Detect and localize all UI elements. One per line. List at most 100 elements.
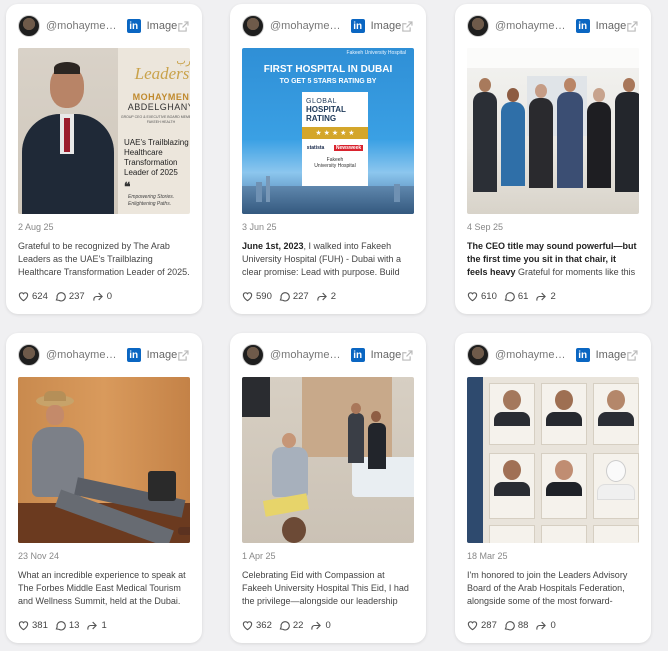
author-handle[interactable]: @mohaymenabdelghany <box>270 349 345 361</box>
engagement-stats: 381 13 1 <box>18 618 190 632</box>
post-card[interactable]: @mohaymenabdelghany in Image 23 Nov 24 W… <box>6 333 202 643</box>
post-card[interactable]: @mohaymenabdelghany in Image 1 Apr 25 Ce… <box>230 333 426 643</box>
likes-count: 362 <box>256 619 272 631</box>
card-header: @mohaymenabdelghany in Image <box>467 343 639 367</box>
shares-stat: 2 <box>535 290 556 302</box>
post-card[interactable]: @mohaymenabdelghany in Image Fakeeh Univ… <box>230 4 426 314</box>
likes-count: 287 <box>481 619 497 631</box>
comments-stat: 22 <box>279 619 304 631</box>
likes-stat: 610 <box>467 291 497 302</box>
post-card[interactable]: @mohaymenabdelghany in Image 18 Mar 25 I… <box>455 333 651 643</box>
comments-stat: 88 <box>504 620 528 631</box>
heart-icon <box>18 620 29 630</box>
post-text: Celebrating Eid with Compassion at Fakee… <box>242 570 409 606</box>
avatar[interactable] <box>18 344 40 366</box>
post-date: 18 Mar 25 <box>467 551 508 561</box>
share-icon <box>536 292 547 301</box>
author-handle[interactable]: @mohaymenabdelghany <box>270 20 345 32</box>
avatar[interactable] <box>467 15 489 37</box>
engagement-stats: 590 227 2 <box>242 289 414 303</box>
likes-count: 624 <box>32 290 48 302</box>
post-date: 2 Aug 25 <box>18 222 54 232</box>
heart-icon <box>242 291 253 301</box>
comment-icon <box>504 291 515 301</box>
post-date: 23 Nov 24 <box>18 551 60 561</box>
external-link-icon[interactable] <box>626 349 639 362</box>
post-type-label: Image <box>370 20 402 32</box>
avatar[interactable] <box>242 344 264 366</box>
avatar[interactable] <box>242 15 264 37</box>
shares-stat: 0 <box>310 620 331 631</box>
shares-count: 0 <box>550 619 556 631</box>
linkedin-icon: in <box>575 348 590 362</box>
card-header: @mohaymenabdelghany in Image <box>242 343 414 367</box>
post-image[interactable]: Fakeeh University Hospital FIRST HOSPITA… <box>242 48 414 214</box>
author-handle[interactable]: @mohaymenabdelghany <box>46 349 121 361</box>
author-handle[interactable]: @mohaymenabdelghany <box>495 20 570 32</box>
post-date: 1 Apr 25 <box>242 551 276 561</box>
brand-logo: العرب Leaders <box>134 56 190 83</box>
author-handle[interactable]: @mohaymenabdelghany <box>495 349 570 361</box>
board-member-grid <box>489 383 639 543</box>
external-link-icon[interactable] <box>177 20 190 33</box>
author-handle[interactable]: @mohaymenabdelghany <box>46 20 121 32</box>
share-icon <box>536 621 547 630</box>
external-link-icon[interactable] <box>177 349 190 362</box>
post-image[interactable] <box>467 48 639 214</box>
speaker-figure <box>28 391 190 543</box>
post-type-label: Image <box>146 349 178 361</box>
comments-count: 13 <box>68 619 80 631</box>
shares-count: 2 <box>550 290 556 302</box>
post-text: Grateful to be recognized by The Arab Le… <box>18 241 190 277</box>
heart-icon <box>18 291 29 301</box>
visitors <box>242 377 414 543</box>
comments-stat: 13 <box>55 619 80 631</box>
comment-icon <box>55 620 66 630</box>
linkedin-icon: in <box>350 348 365 362</box>
post-image[interactable] <box>18 377 190 543</box>
city-skyline <box>242 176 414 214</box>
engagement-stats: 362 22 0 <box>242 618 414 632</box>
avatar[interactable] <box>467 344 489 366</box>
share-icon <box>317 292 327 301</box>
linkedin-icon: in <box>350 19 365 33</box>
post-image[interactable] <box>242 377 414 543</box>
post-image[interactable]: العرب Leaders MOHAYMEN ABDELGHANY GROUP … <box>18 48 190 214</box>
shares-stat: 0 <box>535 619 556 631</box>
post-card[interactable]: @mohaymenabdelghany in Image العرب Leade… <box>6 4 202 314</box>
comments-stat: 61 <box>504 290 529 302</box>
shares-stat: 1 <box>86 620 107 631</box>
share-icon <box>311 621 322 630</box>
shares-count: 0 <box>106 290 113 302</box>
linkedin-icon: in <box>126 19 141 33</box>
post-text: What an incredible experience to speak a… <box>18 570 186 606</box>
comment-icon <box>279 620 290 630</box>
card-header: @mohaymenabdelghany in Image <box>18 14 190 38</box>
heart-icon <box>467 620 478 630</box>
award-title: UAE's Trailblazing Healthcare Transforma… <box>124 138 189 177</box>
comments-count: 22 <box>292 619 304 631</box>
likes-stat: 590 <box>242 291 272 302</box>
likes-count: 610 <box>481 290 497 302</box>
tagline: Empowering Stories. Enlightening Paths. <box>128 194 175 207</box>
linkedin-icon: in <box>126 348 141 362</box>
external-link-icon[interactable] <box>401 349 414 362</box>
post-card[interactable]: @mohaymenabdelghany in Image 4 Sep 25 Th… <box>455 4 651 314</box>
post-type-label: Image <box>595 20 627 32</box>
shares-stat: 0 <box>92 291 112 302</box>
comment-icon <box>504 620 515 630</box>
comments-stat: 227 <box>279 291 309 302</box>
share-icon <box>87 621 98 630</box>
team-group <box>467 48 639 214</box>
post-type-label: Image <box>370 349 402 361</box>
card-header: @mohaymenabdelghany in Image <box>18 343 190 367</box>
external-link-icon[interactable] <box>626 20 639 33</box>
post-type-label: Image <box>595 349 627 361</box>
post-image[interactable] <box>467 377 639 543</box>
linkedin-icon: in <box>575 19 590 33</box>
avatar[interactable] <box>18 15 40 37</box>
person-photo <box>18 48 118 214</box>
rating-badge: GLOBAL HOSPITAL RATING ★ ★ ★ ★ ★ statist… <box>302 92 368 186</box>
comments-count: 61 <box>517 290 529 302</box>
external-link-icon[interactable] <box>401 20 414 33</box>
